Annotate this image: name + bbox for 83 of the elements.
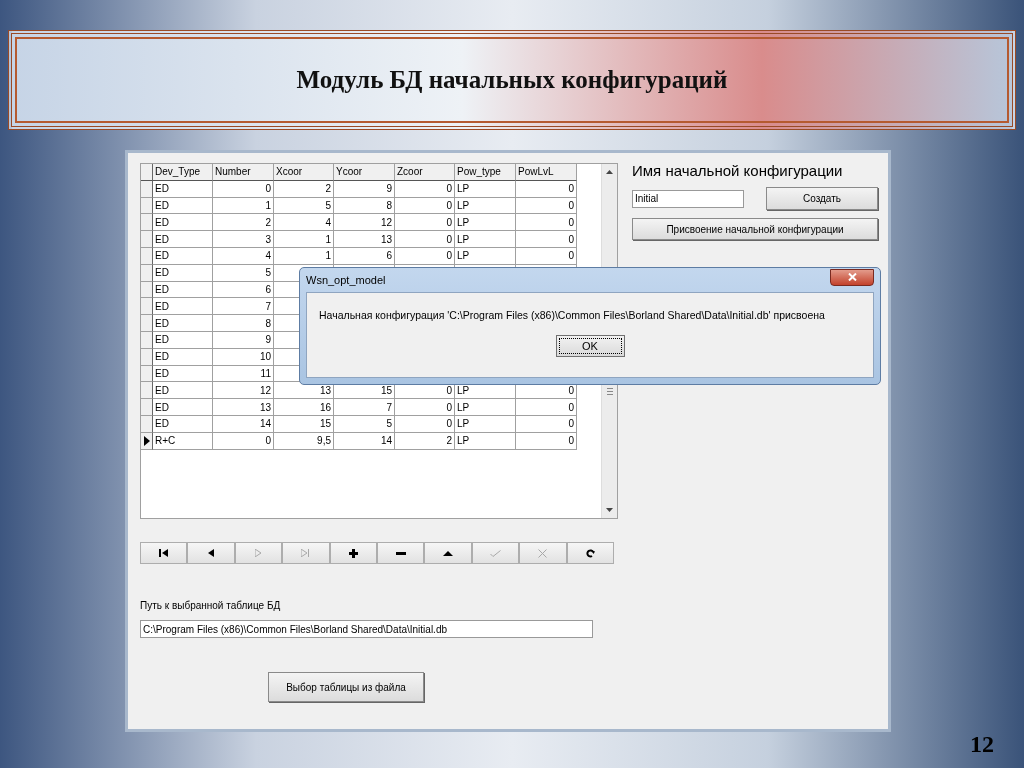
table-cell: 0 xyxy=(446,183,452,195)
table-cell: LP xyxy=(457,401,470,413)
table-cell: 2 xyxy=(325,183,331,195)
table-cell: LP xyxy=(457,200,470,211)
table-cell: ED xyxy=(155,401,169,413)
table-cell: ED xyxy=(155,233,169,245)
table-cell: 12 xyxy=(259,384,271,396)
table-cell: ED xyxy=(155,418,169,430)
table-cell: LP xyxy=(457,384,470,396)
table-cell: ED xyxy=(155,367,169,379)
table-cell: LP xyxy=(457,216,470,228)
table-cell: 13 xyxy=(259,401,271,413)
table-cell: 2 xyxy=(446,435,452,447)
table-cell: 0 xyxy=(568,233,574,245)
table-cell: R+C xyxy=(155,435,176,447)
table-cell: 0 xyxy=(446,384,452,396)
table-cell: 0 xyxy=(446,216,452,228)
table-cell: 4 xyxy=(265,250,271,262)
table-cell: ED xyxy=(155,216,169,228)
table-cell: LP xyxy=(457,250,470,262)
table-cell: LP xyxy=(457,418,470,430)
table-cell: ED xyxy=(155,200,169,211)
table-cell: 14 xyxy=(380,435,392,447)
table-cell: ED xyxy=(155,384,169,396)
table-cell: 5 xyxy=(265,267,271,279)
table-cell: 3 xyxy=(265,233,271,245)
table-cell: 1 xyxy=(325,250,331,262)
config-heading: Имя начальной конфигурации xyxy=(632,162,844,179)
table-cell: ED xyxy=(155,250,169,262)
table-cell: 8 xyxy=(386,200,392,211)
table-cell: 9 xyxy=(386,183,392,195)
table-cell: 0 xyxy=(568,401,574,413)
table-cell: 0 xyxy=(446,250,452,262)
table-cell: 9 xyxy=(265,334,271,346)
table-cell: 0 xyxy=(446,401,452,413)
path-label: Путь к выбранной таблице БД xyxy=(140,600,282,611)
table-cell: 0 xyxy=(568,216,574,228)
dialog-title: Wsn_opt_model xyxy=(306,274,386,286)
table-cell: 1 xyxy=(265,200,271,211)
table-cell: 6 xyxy=(265,283,271,295)
table-cell: 0 xyxy=(446,233,452,245)
table-cell: ED xyxy=(155,317,169,329)
table-cell: 0 xyxy=(568,384,574,396)
table-cell: LP xyxy=(457,233,470,245)
table-cell: 11 xyxy=(260,367,271,379)
table-cell: 8 xyxy=(265,317,271,329)
table-cell: 1 xyxy=(325,233,331,245)
table-cell: 0 xyxy=(265,435,271,447)
table-cell: ED xyxy=(155,334,169,346)
table-cell: 0 xyxy=(568,183,574,195)
table-cell: 15 xyxy=(319,418,331,430)
table-cell: 12 xyxy=(380,216,392,228)
table-cell: 0 xyxy=(265,183,271,195)
table-cell: 6 xyxy=(386,250,392,262)
table-cell: 5 xyxy=(386,418,392,430)
table-cell: ED xyxy=(155,300,169,312)
table-cell: 0 xyxy=(568,418,574,430)
table-cell: 5 xyxy=(325,200,331,211)
table-cell: 0 xyxy=(568,435,574,447)
page-number: 12 xyxy=(970,731,994,758)
table-cell: 10 xyxy=(259,351,271,363)
table-cell: ED xyxy=(155,267,169,279)
table-cell: 13 xyxy=(319,384,331,396)
table-cell: LP xyxy=(457,435,470,447)
table-cell: 14 xyxy=(259,418,271,430)
table-cell: ED xyxy=(155,351,169,363)
dialog-message: Начальная конфигурация 'C:\Program Files (x86)\Common Files\Borland Shared\Data\Initial.db' присвоена xyxy=(318,309,825,321)
table-cell: LP xyxy=(457,183,470,195)
table-cell: 15 xyxy=(380,384,392,396)
table-cell: 0 xyxy=(568,200,574,211)
table-cell: 16 xyxy=(319,401,331,413)
table-cell: ED xyxy=(155,283,169,295)
table-cell: 7 xyxy=(265,300,271,312)
table-cell: 9,5 xyxy=(317,435,331,447)
table-cell: ED xyxy=(155,183,169,195)
table-cell: 13 xyxy=(380,233,392,245)
table-cell: 7 xyxy=(386,401,392,413)
table-cell: 4 xyxy=(325,216,331,228)
table-cell: 0 xyxy=(446,418,452,430)
slide-title: Модуль БД начальных конфигураций xyxy=(296,66,728,94)
table-cell: 0 xyxy=(446,200,452,211)
table-cell: 0 xyxy=(568,250,574,262)
table-cell: 2 xyxy=(265,216,271,228)
